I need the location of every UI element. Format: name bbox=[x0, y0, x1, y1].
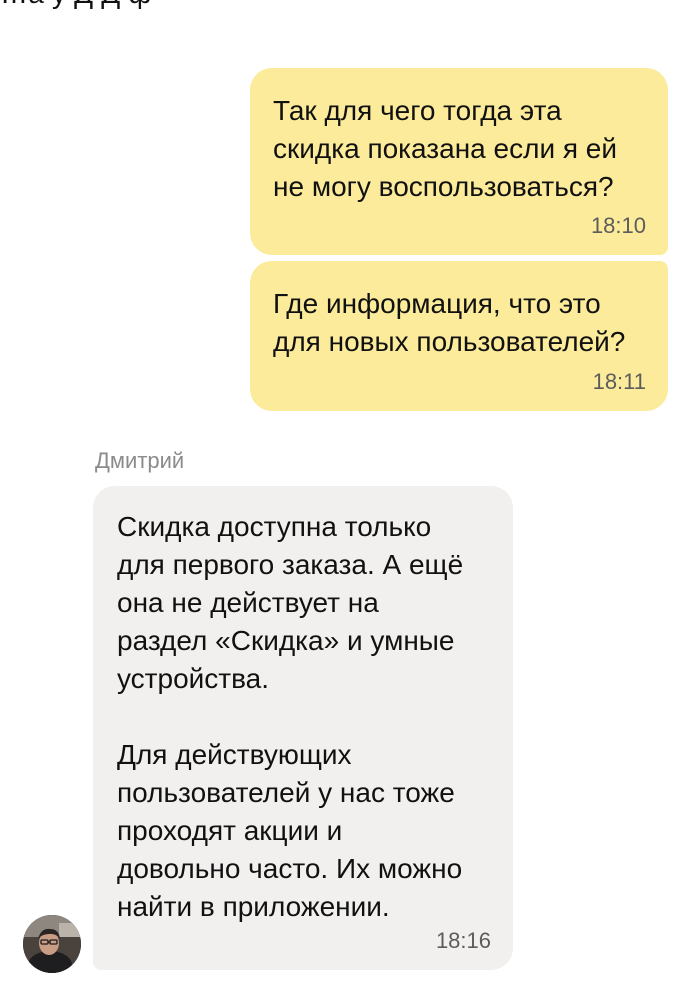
person-photo-icon bbox=[23, 915, 81, 973]
sender-name: Дмитрий bbox=[95, 448, 185, 473]
message-bubble-incoming[interactable]: Скидка доступна только для первого заказ… bbox=[93, 486, 513, 970]
cut-off-previous-message: …а у Д Д ф bbox=[0, 0, 152, 10]
message-time: 18:16 bbox=[435, 928, 491, 953]
message-text: Где информация, что это для новых пользо… bbox=[273, 288, 626, 357]
message-time: 18:11 bbox=[592, 369, 646, 394]
message-bubble-outgoing[interactable]: Так для чего тогда эта скидка показана е… bbox=[250, 68, 668, 255]
message-time: 18:10 bbox=[590, 213, 646, 238]
message-bubble-outgoing[interactable]: Где информация, что это для новых пользо… bbox=[250, 261, 668, 411]
message-text: Так для чего тогда эта скидка показана е… bbox=[273, 95, 618, 202]
message-text: Скидка доступна только для первого заказ… bbox=[117, 511, 464, 922]
sender-avatar[interactable] bbox=[23, 915, 81, 973]
